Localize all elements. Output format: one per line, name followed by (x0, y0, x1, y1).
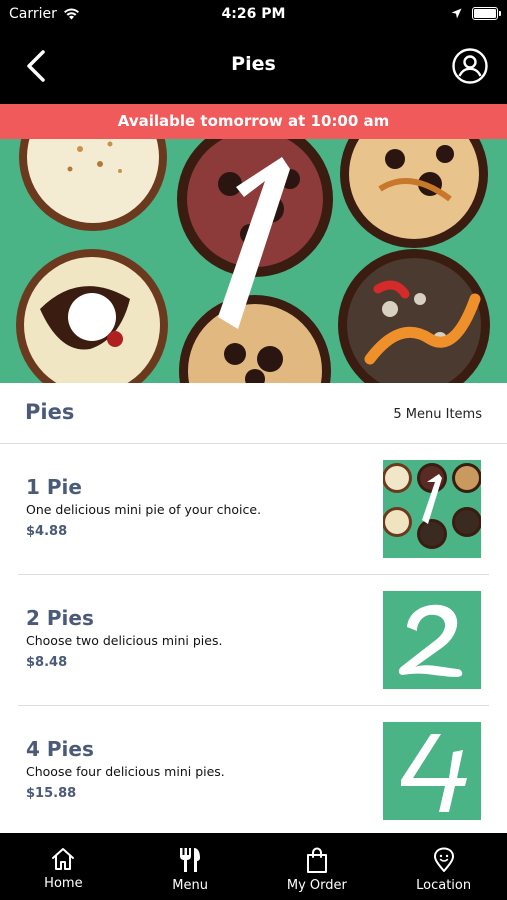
profile-button[interactable] (451, 47, 489, 85)
item-price: $15.88 (26, 786, 77, 801)
item-name: 1 Pie (26, 475, 82, 499)
tab-home[interactable]: Home (0, 833, 127, 900)
home-icon (52, 848, 75, 870)
tab-location[interactable]: Location (380, 833, 507, 900)
item-name: 2 Pies (26, 606, 94, 630)
item-description: One delicious mini pie of your choice. (26, 502, 262, 517)
number-four-graphic (401, 734, 467, 812)
tab-bar: Home Menu My Order Location (0, 833, 507, 900)
tab-label: Menu (172, 878, 208, 893)
tab-label: My Order (286, 878, 347, 893)
section-header: Pies 5 Menu Items (0, 383, 507, 444)
battery-icon (472, 7, 501, 20)
nav-bar: Pies (0, 30, 507, 104)
user-icon (452, 48, 488, 84)
item-description: Choose two delicious mini pies. (26, 633, 223, 648)
page-title: Pies (231, 53, 276, 75)
hero-image (0, 139, 507, 383)
tab-my-order[interactable]: My Order (254, 833, 381, 900)
bag-icon (306, 847, 327, 873)
item-thumbnail (383, 460, 481, 558)
menu-item-2-pies[interactable]: 2 Pies Choose two delicious mini pies. $… (18, 575, 489, 706)
utensils-icon (180, 848, 201, 872)
item-price: $4.88 (26, 524, 68, 539)
availability-banner: Available tomorrow at 10:00 am (0, 104, 507, 139)
item-description: Choose four delicious mini pies. (26, 764, 225, 779)
menu-item-1-pie[interactable]: 1 Pie One delicious mini pie of your cho… (18, 444, 489, 575)
item-thumbnail (383, 722, 481, 820)
pies-thumbnail-graphic (383, 463, 481, 549)
menu-item-count: 5 Menu Items (393, 407, 482, 422)
section-title: Pies (25, 400, 75, 424)
tab-label: Home (44, 876, 83, 891)
menu-list: 1 Pie One delicious mini pie of your cho… (0, 444, 507, 837)
tab-menu[interactable]: Menu (127, 833, 254, 900)
status-time: 4:26 PM (221, 6, 286, 22)
location-arrow-icon (451, 8, 462, 19)
item-thumbnail (383, 591, 481, 689)
tab-label: Location (416, 878, 472, 893)
item-name: 4 Pies (26, 737, 94, 761)
pies-hero-graphic (16, 139, 490, 383)
number-two-graphic (398, 604, 463, 677)
menu-item-4-pies[interactable]: 4 Pies Choose four delicious mini pies. … (18, 706, 489, 837)
status-bar: Carrier 4:26 PM (0, 0, 507, 30)
location-pin-icon (433, 847, 454, 872)
item-price: $8.48 (26, 655, 68, 670)
